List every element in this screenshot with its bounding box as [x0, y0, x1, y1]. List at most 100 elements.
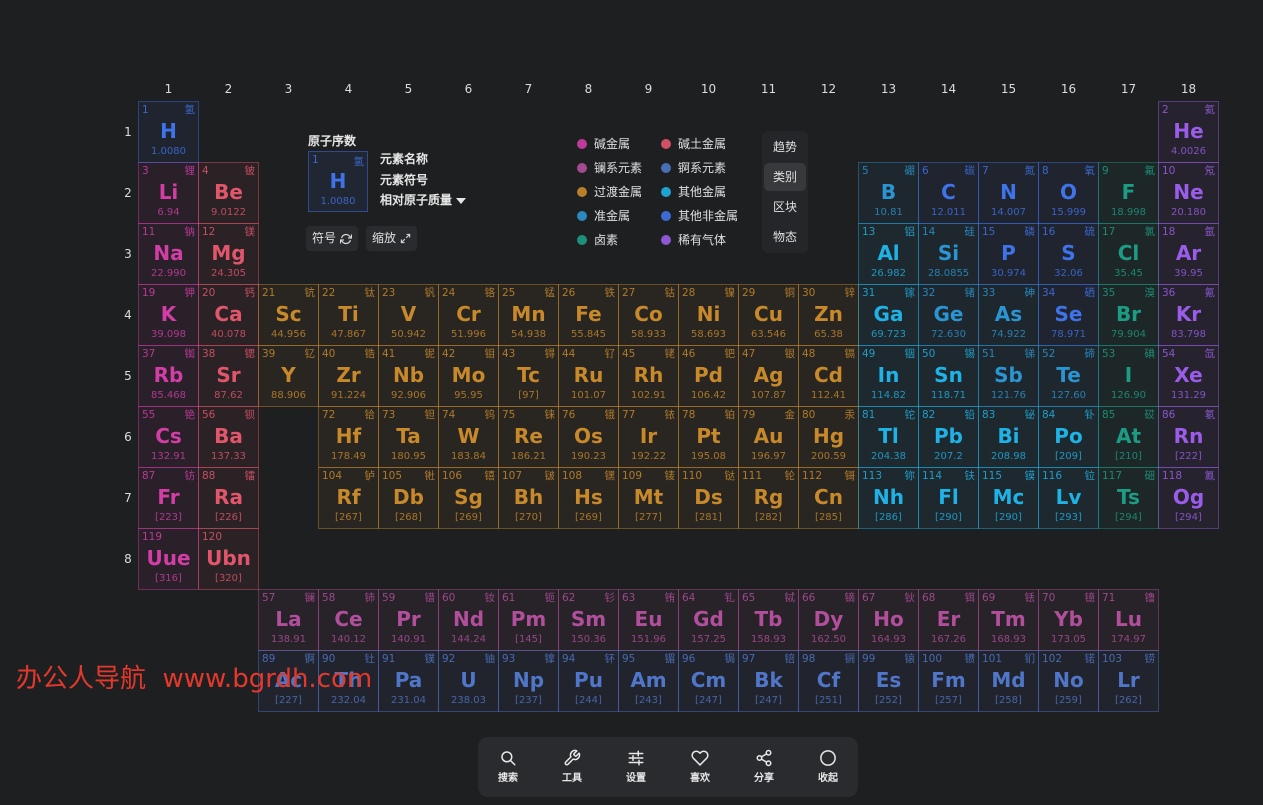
element-cell-k[interactable]: 19 钾 K 39.098 — [138, 284, 199, 346]
collapse-button[interactable]: 收起 — [798, 737, 858, 797]
element-cell-sr[interactable]: 38 锶 Sr 87.62 — [198, 345, 259, 407]
element-cell-md[interactable]: 101 钔 Md [258] — [978, 650, 1039, 712]
element-cell-c[interactable]: 6 碳 C 12.011 — [918, 162, 979, 224]
element-cell-bk[interactable]: 97 锫 Bk [247] — [738, 650, 799, 712]
view-tab-category[interactable]: 类别 — [764, 163, 806, 191]
element-cell-mg[interactable]: 12 镁 Mg 24.305 — [198, 223, 259, 285]
element-cell-u[interactable]: 92 铀 U 238.03 — [438, 650, 499, 712]
element-cell-al[interactable]: 13 铝 Al 26.982 — [858, 223, 919, 285]
element-cell-yb[interactable]: 70 镱 Yb 173.05 — [1038, 589, 1099, 651]
element-cell-fe[interactable]: 26 铁 Fe 55.845 — [558, 284, 619, 346]
element-cell-ag[interactable]: 47 银 Ag 107.87 — [738, 345, 799, 407]
element-cell-re[interactable]: 75 铼 Re 186.21 — [498, 406, 559, 468]
view-tab-state[interactable]: 物态 — [764, 223, 806, 251]
element-cell-b[interactable]: 5 硼 B 10.81 — [858, 162, 919, 224]
element-cell-o[interactable]: 8 氧 O 15.999 — [1038, 162, 1099, 224]
element-cell-sn[interactable]: 50 锡 Sn 118.71 — [918, 345, 979, 407]
element-cell-si[interactable]: 14 硅 Si 28.0855 — [918, 223, 979, 285]
element-cell-ar[interactable]: 18 氩 Ar 39.95 — [1158, 223, 1219, 285]
element-cell-og[interactable]: 118 鿫 Og [294] — [1158, 467, 1219, 529]
element-cell-ti[interactable]: 22 钛 Ti 47.867 — [318, 284, 379, 346]
element-cell-br[interactable]: 35 溴 Br 79.904 — [1098, 284, 1159, 346]
element-cell-rf[interactable]: 104 𬬻 Rf [267] — [318, 467, 379, 529]
element-cell-co[interactable]: 27 钴 Co 58.933 — [618, 284, 679, 346]
element-cell-th[interactable]: 90 钍 Th 232.04 — [318, 650, 379, 712]
element-cell-au[interactable]: 79 金 Au 196.97 — [738, 406, 799, 468]
element-cell-ni[interactable]: 28 镍 Ni 58.693 — [678, 284, 739, 346]
element-cell-p[interactable]: 15 磷 P 30.974 — [978, 223, 1039, 285]
element-cell-pb[interactable]: 82 铅 Pb 207.2 — [918, 406, 979, 468]
element-cell-eu[interactable]: 63 铕 Eu 151.96 — [618, 589, 679, 651]
element-cell-y[interactable]: 39 钇 Y 88.906 — [258, 345, 319, 407]
zoom-button[interactable]: 缩放 — [366, 226, 418, 251]
element-cell-pm[interactable]: 61 钷 Pm [145] — [498, 589, 559, 651]
view-tab-trend[interactable]: 趋势 — [764, 133, 806, 161]
element-cell-ra[interactable]: 88 镭 Ra [226] — [198, 467, 259, 529]
element-cell-nd[interactable]: 60 钕 Nd 144.24 — [438, 589, 499, 651]
element-cell-no[interactable]: 102 锘 No [259] — [1038, 650, 1099, 712]
element-cell-ts[interactable]: 117 鿬 Ts [294] — [1098, 467, 1159, 529]
element-cell-tc[interactable]: 43 锝 Tc [97] — [498, 345, 559, 407]
element-cell-ubn[interactable]: 120 Ubn [320] — [198, 528, 259, 590]
element-cell-lv[interactable]: 116 𫟷 Lv [293] — [1038, 467, 1099, 529]
element-cell-rn[interactable]: 86 氡 Rn [222] — [1158, 406, 1219, 468]
element-cell-cn[interactable]: 112 鿔 Cn [285] — [798, 467, 859, 529]
element-cell-gd[interactable]: 64 钆 Gd 157.25 — [678, 589, 739, 651]
element-cell-lu[interactable]: 71 镥 Lu 174.97 — [1098, 589, 1159, 651]
element-cell-cu[interactable]: 29 铜 Cu 63.546 — [738, 284, 799, 346]
element-cell-mt[interactable]: 109 鿏 Mt [277] — [618, 467, 679, 529]
element-cell-sg[interactable]: 106 𬭳 Sg [269] — [438, 467, 499, 529]
element-cell-am[interactable]: 95 镅 Am [243] — [618, 650, 679, 712]
element-cell-pt[interactable]: 78 铂 Pt 195.08 — [678, 406, 739, 468]
element-cell-ca[interactable]: 20 钙 Ca 40.078 — [198, 284, 259, 346]
element-cell-la[interactable]: 57 镧 La 138.91 — [258, 589, 319, 651]
element-cell-ge[interactable]: 32 锗 Ge 72.630 — [918, 284, 979, 346]
element-cell-n[interactable]: 7 氮 N 14.007 — [978, 162, 1039, 224]
element-cell-rh[interactable]: 45 铑 Rh 102.91 — [618, 345, 679, 407]
element-cell-cr[interactable]: 24 铬 Cr 51.996 — [438, 284, 499, 346]
element-cell-pu[interactable]: 94 钚 Pu [244] — [558, 650, 619, 712]
element-cell-rg[interactable]: 111 𬬭 Rg [282] — [738, 467, 799, 529]
element-cell-ir[interactable]: 77 铱 Ir 192.22 — [618, 406, 679, 468]
element-cell-lr[interactable]: 103 铹 Lr [262] — [1098, 650, 1159, 712]
element-cell-po[interactable]: 84 钋 Po [209] — [1038, 406, 1099, 468]
element-cell-mn[interactable]: 25 锰 Mn 54.938 — [498, 284, 559, 346]
element-cell-rb[interactable]: 37 铷 Rb 85.468 — [138, 345, 199, 407]
element-cell-h[interactable]: 1 氢 H 1.0080 — [138, 101, 199, 163]
element-cell-ba[interactable]: 56 钡 Ba 137.33 — [198, 406, 259, 468]
element-cell-w[interactable]: 74 钨 W 183.84 — [438, 406, 499, 468]
element-cell-xe[interactable]: 54 氙 Xe 131.29 — [1158, 345, 1219, 407]
element-cell-be[interactable]: 4 铍 Be 9.0122 — [198, 162, 259, 224]
element-cell-s[interactable]: 16 硫 S 32.06 — [1038, 223, 1099, 285]
view-tab-block[interactable]: 区块 — [764, 193, 806, 221]
element-cell-mc[interactable]: 115 镆 Mc [290] — [978, 467, 1039, 529]
element-cell-pd[interactable]: 46 钯 Pd 106.42 — [678, 345, 739, 407]
element-cell-pa[interactable]: 91 镤 Pa 231.04 — [378, 650, 439, 712]
element-cell-se[interactable]: 34 硒 Se 78.971 — [1038, 284, 1099, 346]
element-cell-ne[interactable]: 10 氖 Ne 20.180 — [1158, 162, 1219, 224]
element-cell-tb[interactable]: 65 铽 Tb 158.93 — [738, 589, 799, 651]
share-button[interactable]: 分享 — [734, 737, 794, 797]
element-cell-db[interactable]: 105 𬭊 Db [268] — [378, 467, 439, 529]
element-cell-zr[interactable]: 40 锆 Zr 91.224 — [318, 345, 379, 407]
element-cell-cm[interactable]: 96 锔 Cm [247] — [678, 650, 739, 712]
mass-display-dropdown[interactable]: 相对原子质量 — [380, 193, 467, 208]
element-cell-ce[interactable]: 58 铈 Ce 140.12 — [318, 589, 379, 651]
element-cell-nh[interactable]: 113 鿭 Nh [286] — [858, 467, 919, 529]
element-cell-cs[interactable]: 55 铯 Cs 132.91 — [138, 406, 199, 468]
element-cell-sm[interactable]: 62 钐 Sm 150.36 — [558, 589, 619, 651]
element-cell-bh[interactable]: 107 𬭛 Bh [270] — [498, 467, 559, 529]
element-cell-in[interactable]: 49 铟 In 114.82 — [858, 345, 919, 407]
element-cell-sc[interactable]: 21 钪 Sc 44.956 — [258, 284, 319, 346]
element-cell-er[interactable]: 68 铒 Er 167.26 — [918, 589, 979, 651]
element-cell-hs[interactable]: 108 𬭶 Hs [269] — [558, 467, 619, 529]
element-cell-fr[interactable]: 87 钫 Fr [223] — [138, 467, 199, 529]
element-cell-fl[interactable]: 114 𫓧 Fl [290] — [918, 467, 979, 529]
element-cell-hf[interactable]: 72 铪 Hf 178.49 — [318, 406, 379, 468]
element-cell-na[interactable]: 11 钠 Na 22.990 — [138, 223, 199, 285]
element-cell-pr[interactable]: 59 镨 Pr 140.91 — [378, 589, 439, 651]
element-cell-at[interactable]: 85 砹 At [210] — [1098, 406, 1159, 468]
element-cell-mo[interactable]: 42 钼 Mo 95.95 — [438, 345, 499, 407]
search-button[interactable]: 搜索 — [478, 737, 538, 797]
symbol-toggle-button[interactable]: 符号 — [306, 226, 359, 251]
